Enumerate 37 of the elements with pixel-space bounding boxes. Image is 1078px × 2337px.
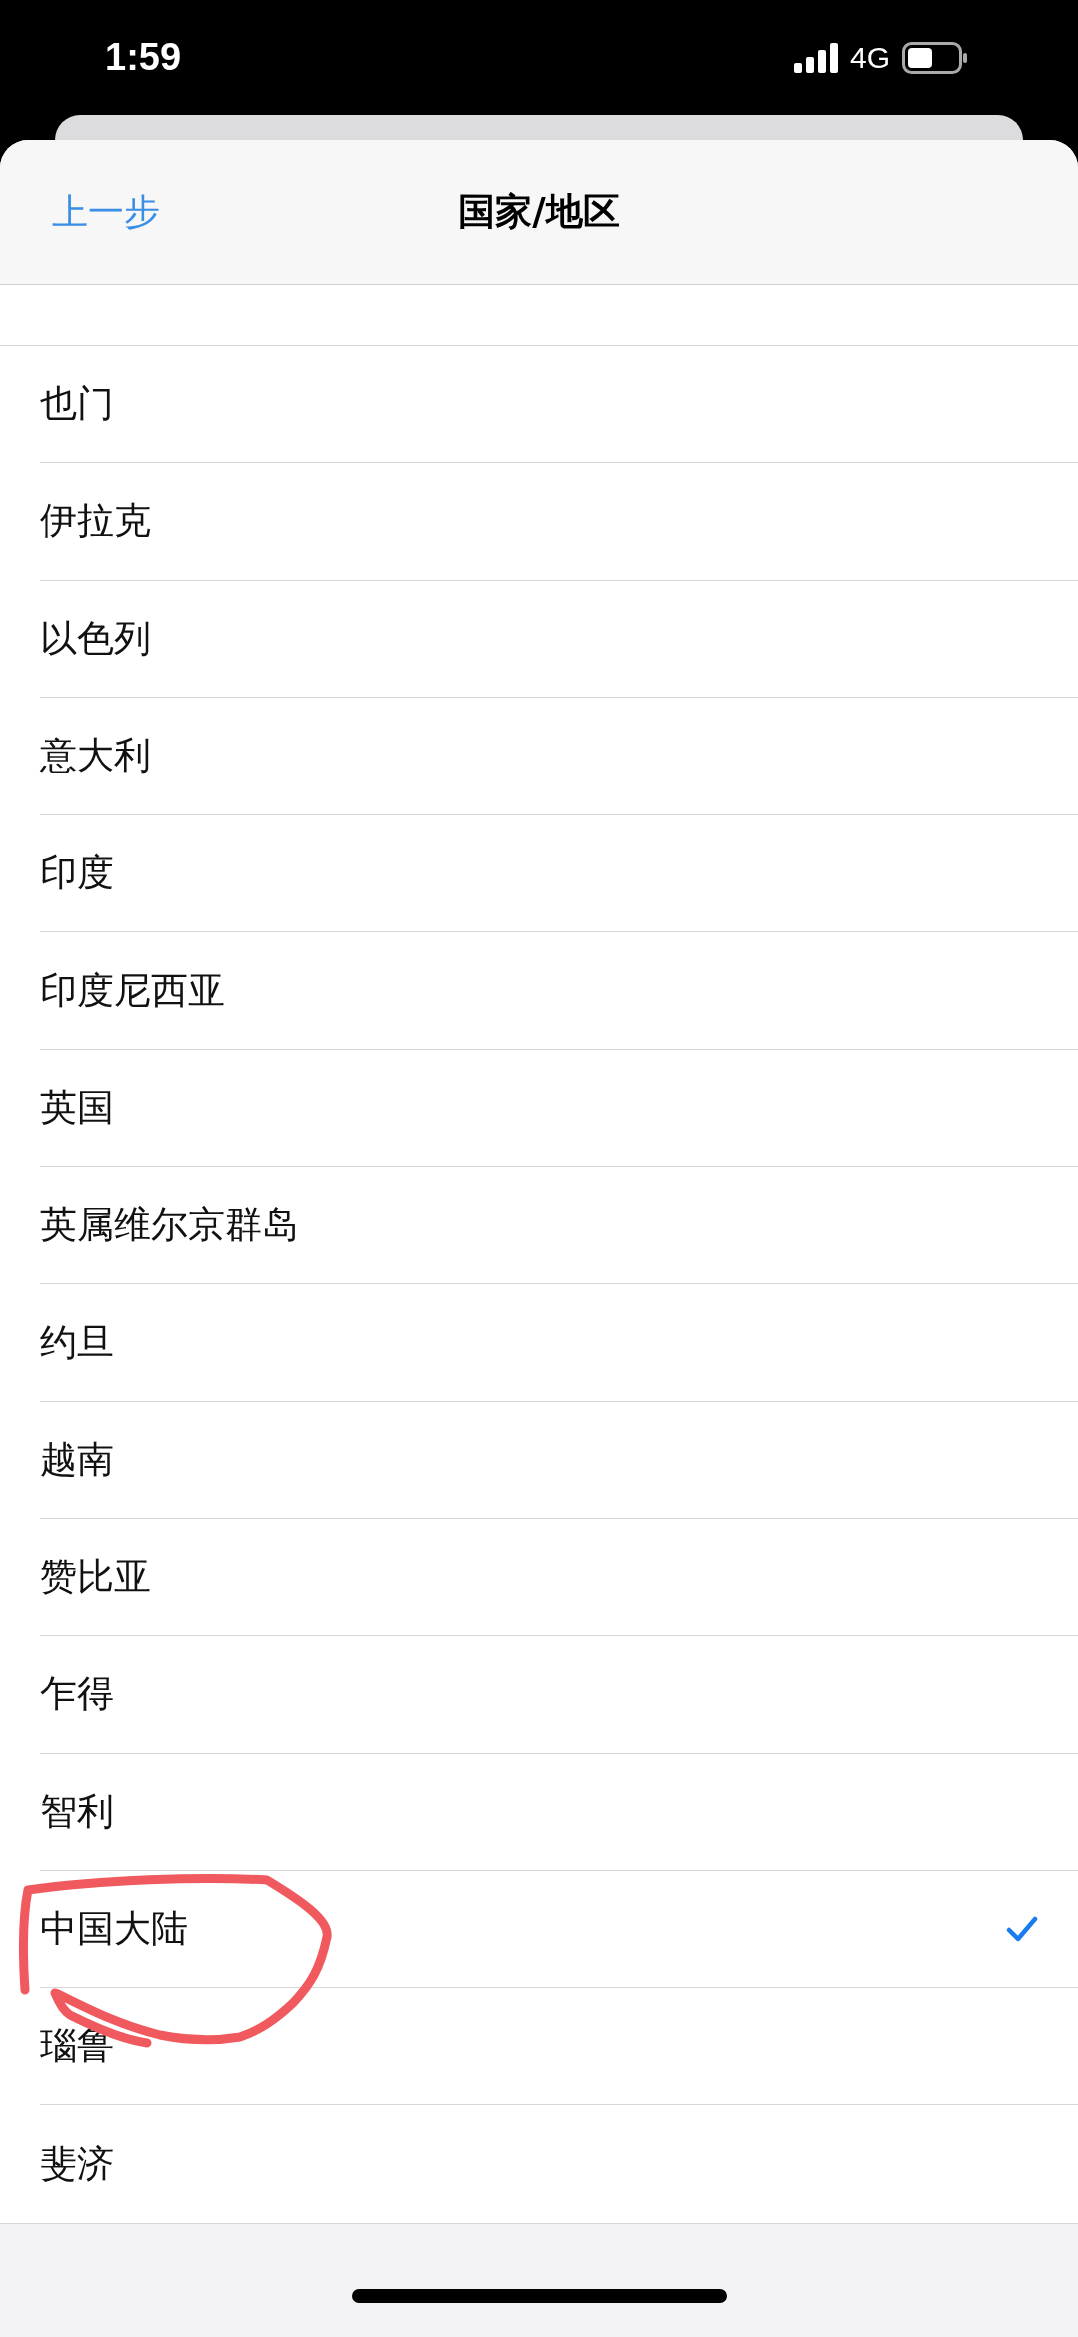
country-row[interactable]: 意大利: [40, 697, 1078, 816]
country-label: 中国大陆: [40, 1906, 188, 1952]
country-label: 智利: [40, 1788, 114, 1835]
country-row[interactable]: 赞比亚: [40, 1518, 1078, 1637]
battery-icon: [902, 41, 968, 74]
country-label: 赞比亚: [40, 1554, 151, 1601]
country-row[interactable]: 英国: [40, 1049, 1078, 1168]
country-row[interactable]: 伊拉克: [40, 463, 1078, 581]
country-row[interactable]: 斐济: [40, 2105, 1078, 2223]
country-row[interactable]: 中国大陆: [40, 1870, 1078, 1989]
country-label: 英国: [40, 1084, 114, 1131]
country-row[interactable]: 英属维尔京群岛: [40, 1167, 1078, 1285]
country-label: 意大利: [40, 733, 151, 780]
screen-title: 国家/地区: [458, 189, 620, 235]
country-label: 印度尼西亚: [40, 967, 225, 1014]
country-label: 也门: [40, 381, 114, 428]
country-row[interactable]: 以色列: [40, 580, 1078, 698]
country-label: 约旦: [40, 1319, 114, 1366]
country-label: 斐济: [40, 2141, 114, 2188]
country-row[interactable]: 瑙鲁: [40, 1988, 1078, 2106]
country-row[interactable]: 乍得: [40, 1636, 1078, 1754]
country-label: 英属维尔京群岛: [40, 1202, 299, 1249]
country-label: 伊拉克: [40, 498, 151, 545]
country-label: 印度: [40, 850, 114, 897]
country-label: 乍得: [40, 1671, 114, 1718]
country-label: 以色列: [40, 615, 151, 662]
country-row[interactable]: 智利: [40, 1753, 1078, 1871]
country-label: 越南: [40, 1436, 114, 1483]
country-row[interactable]: 约旦: [40, 1284, 1078, 1402]
clock-time: 1:59: [105, 36, 182, 79]
country-row[interactable]: 印度尼西亚: [40, 932, 1078, 1050]
country-row[interactable]: 也门: [40, 346, 1078, 464]
country-row[interactable]: 越南: [40, 1401, 1078, 1519]
country-label: 瑙鲁: [40, 2023, 114, 2070]
country-row[interactable]: 印度: [40, 815, 1078, 933]
network-label: 4G: [849, 40, 890, 75]
signal-icon: [793, 42, 838, 73]
